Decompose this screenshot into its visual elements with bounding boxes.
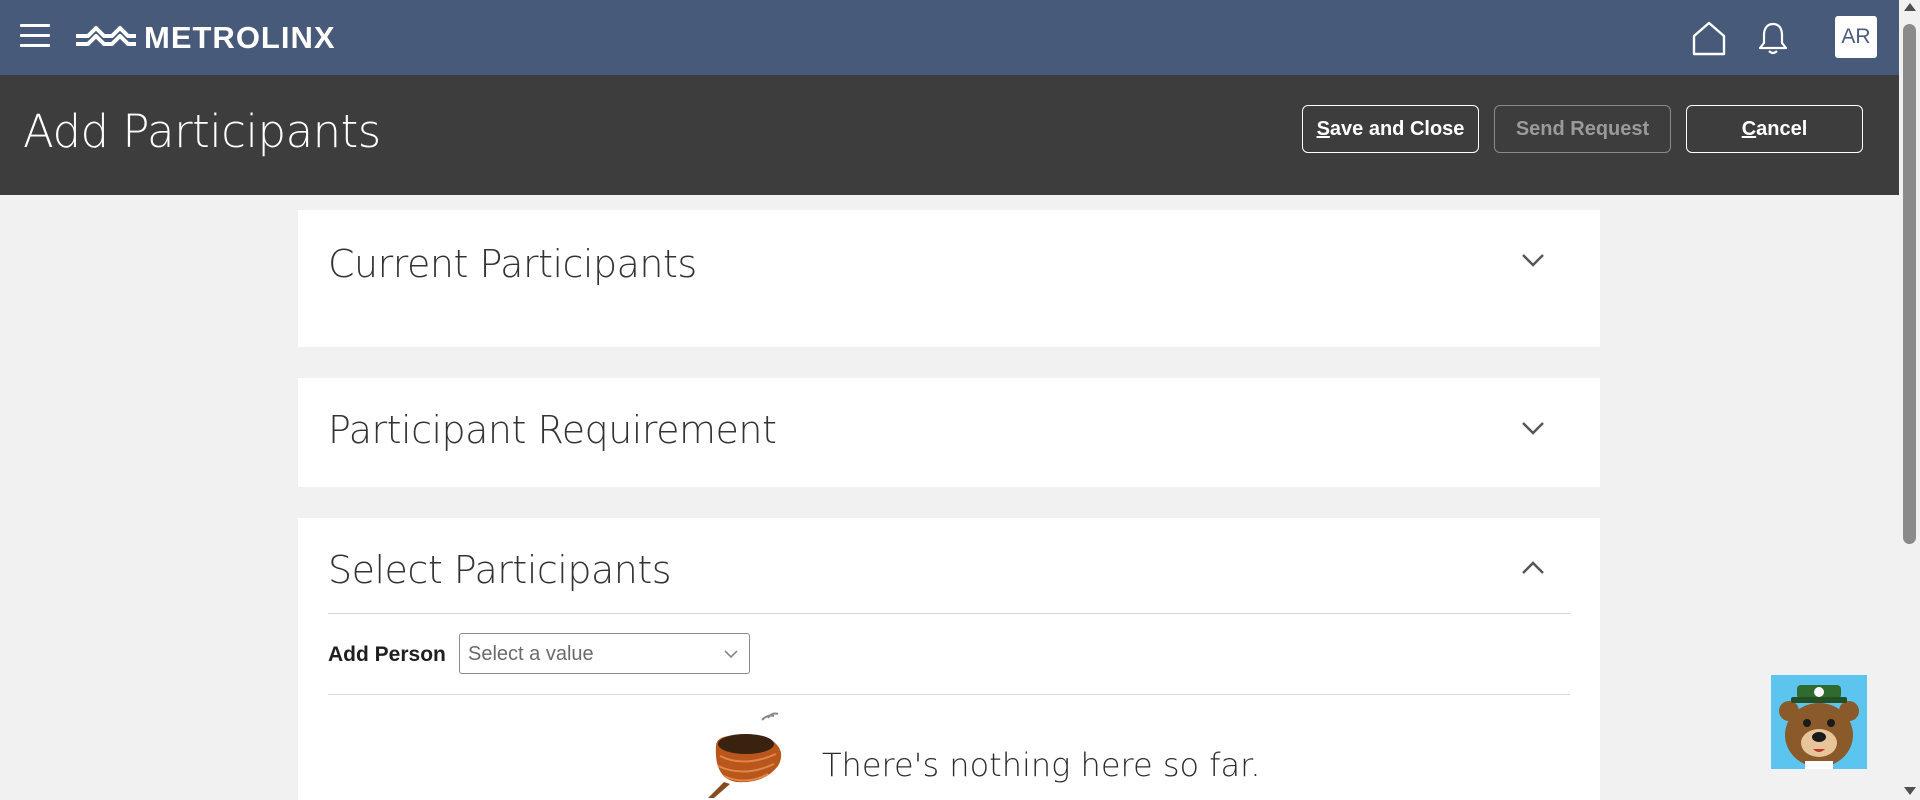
section-title-participant-requirement[interactable]: Participant Requirement bbox=[328, 408, 777, 452]
chevron-down-icon[interactable] bbox=[1519, 246, 1547, 274]
user-avatar[interactable]: AR bbox=[1835, 16, 1877, 58]
save-label: ave and Close bbox=[1329, 117, 1465, 140]
section-divider bbox=[328, 694, 1570, 695]
cancel-button[interactable]: Cancel bbox=[1686, 105, 1863, 153]
brand-name: METROLINX bbox=[144, 20, 336, 55]
empty-nest-icon bbox=[708, 712, 782, 798]
metrolinx-logo-mark-icon bbox=[76, 26, 136, 46]
section-title-select-participants[interactable]: Select Participants bbox=[328, 548, 672, 592]
bell-icon[interactable] bbox=[1757, 20, 1789, 56]
scroll-down-arrow-icon[interactable] bbox=[1904, 787, 1916, 795]
save-and-close-button[interactable]: Save and Close bbox=[1302, 105, 1479, 153]
metrolinx-logo[interactable]: METROLINX bbox=[74, 18, 336, 58]
section-title-current-participants[interactable]: Current Participants bbox=[328, 242, 697, 286]
page-title: Add Participants bbox=[23, 105, 381, 158]
page-scrollbar[interactable] bbox=[1899, 0, 1920, 800]
section-divider bbox=[328, 613, 1570, 614]
bear-mascot-icon bbox=[1771, 675, 1867, 769]
current-participants-section: Current Participants bbox=[298, 210, 1600, 347]
participant-requirement-section: Participant Requirement bbox=[298, 378, 1600, 487]
home-icon[interactable] bbox=[1690, 19, 1728, 57]
empty-state: There's nothing here so far. bbox=[298, 708, 1600, 800]
save-accesskey: S bbox=[1316, 117, 1330, 140]
empty-state-message: There's nothing here so far. bbox=[822, 746, 1261, 784]
cancel-accesskey: C bbox=[1741, 117, 1757, 140]
chat-assistant-button[interactable] bbox=[1771, 675, 1867, 769]
cancel-label: ancel bbox=[1756, 117, 1808, 140]
scroll-thumb[interactable] bbox=[1903, 24, 1916, 544]
menu-icon[interactable] bbox=[20, 24, 50, 50]
chevron-up-icon[interactable] bbox=[1519, 554, 1547, 582]
chevron-down-icon bbox=[724, 650, 738, 659]
send-request-button[interactable]: Send Request bbox=[1494, 105, 1671, 153]
page-header: Add Participants Save and Close Send Req… bbox=[0, 75, 1899, 195]
scroll-up-arrow-icon[interactable] bbox=[1904, 3, 1916, 11]
add-person-label: Add Person bbox=[328, 643, 446, 666]
select-participants-section: Select Participants Add Person Select a … bbox=[298, 518, 1600, 800]
top-navigation-bar: METROLINX AR bbox=[0, 0, 1899, 75]
add-person-placeholder: Select a value bbox=[468, 643, 594, 665]
chevron-down-icon[interactable] bbox=[1519, 414, 1547, 442]
add-person-select[interactable]: Select a value bbox=[459, 633, 750, 674]
